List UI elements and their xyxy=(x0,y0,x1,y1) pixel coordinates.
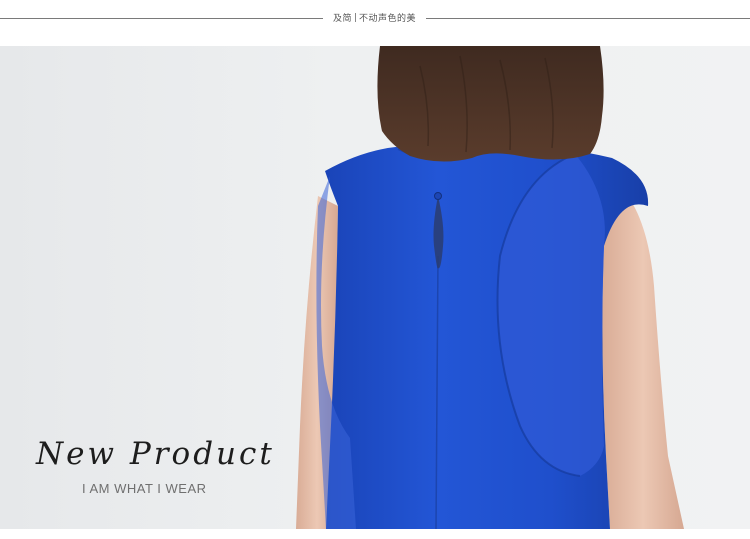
brand-separator xyxy=(355,13,356,22)
model-hair xyxy=(377,46,604,162)
product-photo: New Product I AM WHAT I WEAR xyxy=(0,46,750,529)
brand-name: 及简 xyxy=(332,14,352,24)
tagline-text: I AM WHAT I WEAR xyxy=(82,481,207,496)
garment-button xyxy=(434,192,442,200)
model-right-arm xyxy=(602,186,684,529)
brand-slogan: 不动声色的美 xyxy=(359,14,417,24)
brand-title: 及简 不动声色的美 xyxy=(323,11,426,24)
header-rule-left xyxy=(0,18,323,19)
header-rule-right xyxy=(426,18,750,19)
page-header: 及简 不动声色的美 xyxy=(0,0,750,46)
bottom-margin xyxy=(0,529,750,539)
headline-text: New Product xyxy=(36,436,275,472)
